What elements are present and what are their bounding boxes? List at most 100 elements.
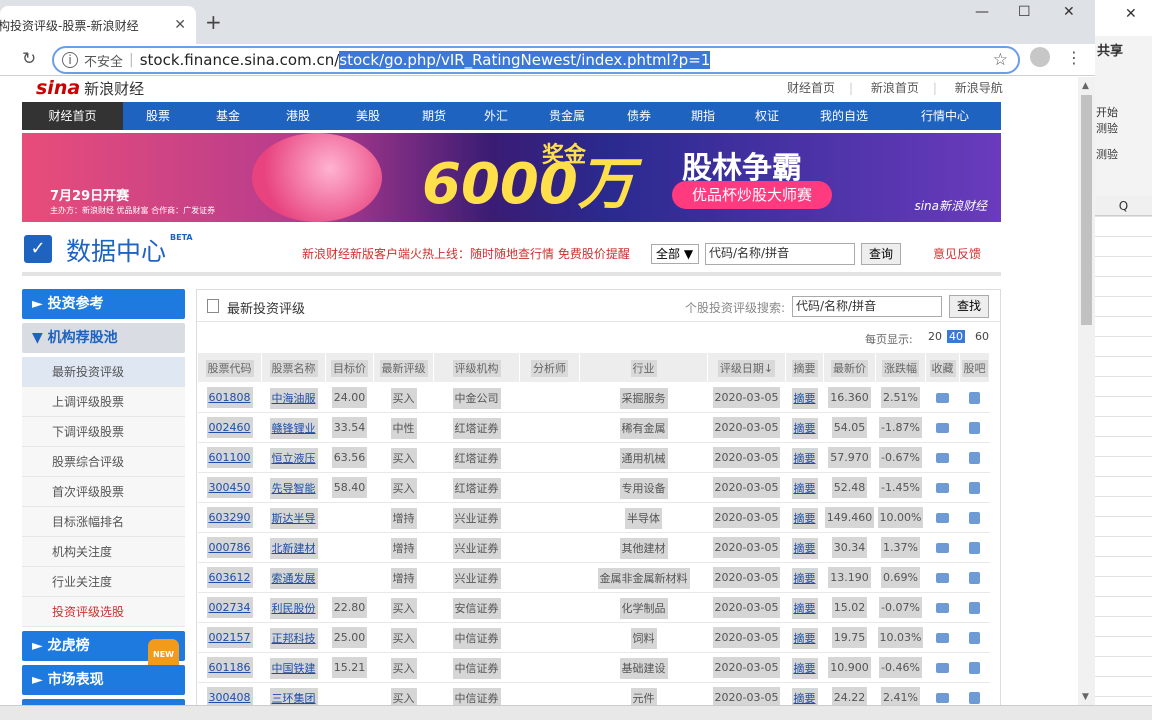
stock-name-link[interactable]: 中海油服 bbox=[269, 387, 318, 409]
top-link-sina-home[interactable]: 新浪首页 bbox=[871, 81, 919, 95]
summary-link[interactable]: 摘要 bbox=[791, 657, 818, 679]
favorite-eye-icon[interactable] bbox=[936, 483, 949, 493]
feedback-link[interactable]: 意见反馈 bbox=[933, 245, 981, 262]
favorite-eye-icon[interactable] bbox=[936, 663, 949, 673]
nav-item-11[interactable]: 我的自选 bbox=[799, 102, 889, 130]
forum-list-icon[interactable] bbox=[969, 512, 980, 524]
nav-item-9[interactable]: 期指 bbox=[671, 102, 735, 130]
stock-code-link[interactable]: 603290 bbox=[206, 507, 253, 528]
sidebar-item-6[interactable]: 机构关注度 bbox=[22, 537, 185, 567]
forum-list-icon[interactable] bbox=[969, 662, 980, 674]
top-link-finance-home[interactable]: 财经首页 bbox=[787, 81, 835, 95]
stock-code-link[interactable]: 002460 bbox=[206, 417, 253, 438]
stock-code-link[interactable]: 601808 bbox=[206, 387, 253, 408]
per-page-option-60[interactable]: 60 bbox=[973, 330, 991, 343]
excel-share-button[interactable]: 共享 bbox=[1097, 40, 1123, 59]
forum-list-icon[interactable] bbox=[969, 422, 980, 434]
nav-item-5[interactable]: 期货 bbox=[403, 102, 465, 130]
browser-tab[interactable]: 构投资评级-股票-新浪财经 ✕ bbox=[0, 6, 196, 44]
nav-item-4[interactable]: 美股 bbox=[333, 102, 403, 130]
summary-link[interactable]: 摘要 bbox=[791, 507, 818, 529]
sidebar-section-1[interactable]: ▼ 机构荐股池 bbox=[22, 323, 185, 353]
favorite-eye-icon[interactable] bbox=[936, 603, 949, 613]
tab-close-icon[interactable]: ✕ bbox=[174, 17, 186, 33]
favorite-eye-icon[interactable] bbox=[936, 513, 949, 523]
sidebar-section-0[interactable]: ► 投资参考 bbox=[22, 289, 185, 319]
market-select[interactable]: 全部 ▼ bbox=[651, 244, 699, 264]
stock-code-link[interactable]: 002734 bbox=[206, 597, 253, 618]
stock-code-link[interactable]: 300408 bbox=[206, 687, 253, 705]
sidebar-item-2[interactable]: 下调评级股票 bbox=[22, 417, 185, 447]
rating-search-button[interactable]: 查找 bbox=[949, 295, 989, 318]
omnibox[interactable]: i 不安全 | stock.finance.sina.com.cn/stock/… bbox=[52, 46, 1020, 74]
forum-list-icon[interactable] bbox=[969, 542, 980, 554]
summary-link[interactable]: 摘要 bbox=[791, 687, 818, 705]
sidebar-item-0[interactable]: 最新投资评级 bbox=[22, 357, 185, 387]
stock-name-link[interactable]: 北新建材 bbox=[269, 537, 318, 559]
ad-banner[interactable]: 7月29日开赛 主办方：新浪财经 优品财富 合作商：广发证券 6000万 奖金 … bbox=[22, 133, 1001, 222]
stock-code-link[interactable]: 300450 bbox=[206, 477, 253, 498]
sidebar-bottom-0[interactable]: ► 龙虎榜 NEW bbox=[22, 631, 185, 671]
sidebar-item-4[interactable]: 首次评级股票 bbox=[22, 477, 185, 507]
scroll-thumb[interactable] bbox=[1081, 95, 1092, 325]
nav-item-6[interactable]: 外汇 bbox=[465, 102, 527, 130]
profile-avatar-icon[interactable] bbox=[1030, 47, 1050, 67]
stock-code-link[interactable]: 603612 bbox=[206, 567, 253, 588]
nav-item-1[interactable]: 股票 bbox=[123, 102, 193, 130]
excel-grid[interactable] bbox=[1095, 196, 1152, 720]
favorite-eye-icon[interactable] bbox=[936, 543, 949, 553]
query-button[interactable]: 查询 bbox=[861, 243, 901, 265]
scroll-up-icon[interactable]: ▲ bbox=[1082, 81, 1089, 91]
sidebar-item-3[interactable]: 股票综合评级 bbox=[22, 447, 185, 477]
new-tab-icon[interactable]: + bbox=[205, 10, 222, 34]
favorite-eye-icon[interactable] bbox=[936, 393, 949, 403]
stock-name-link[interactable]: 中国铁建 bbox=[269, 657, 318, 679]
forum-list-icon[interactable] bbox=[969, 602, 980, 614]
favorite-eye-icon[interactable] bbox=[936, 423, 949, 433]
forum-list-icon[interactable] bbox=[969, 482, 980, 494]
excel-column-header[interactable]: Q bbox=[1095, 196, 1152, 216]
summary-link[interactable]: 摘要 bbox=[791, 627, 818, 649]
stock-code-link[interactable]: 002157 bbox=[206, 627, 253, 648]
maximize-icon[interactable]: ☐ bbox=[1018, 4, 1031, 20]
nav-item-3[interactable]: 港股 bbox=[263, 102, 333, 130]
reload-icon[interactable]: ↻ bbox=[22, 49, 36, 69]
favorite-eye-icon[interactable] bbox=[936, 573, 949, 583]
sidebar-item-8[interactable]: 投资评级选股 bbox=[22, 597, 185, 627]
forum-list-icon[interactable] bbox=[969, 452, 980, 464]
sina-logo[interactable]: sina 新浪财经 bbox=[36, 77, 144, 99]
forum-list-icon[interactable] bbox=[969, 632, 980, 644]
scroll-down-icon[interactable]: ▼ bbox=[1082, 692, 1089, 702]
minimize-icon[interactable]: — bbox=[975, 4, 989, 20]
excel-close-icon[interactable]: ✕ bbox=[1125, 6, 1137, 22]
summary-link[interactable]: 摘要 bbox=[791, 567, 818, 589]
nav-item-10[interactable]: 权证 bbox=[735, 102, 799, 130]
forum-list-icon[interactable] bbox=[969, 572, 980, 584]
sidebar-item-5[interactable]: 目标涨幅排名 bbox=[22, 507, 185, 537]
sidebar-item-1[interactable]: 上调评级股票 bbox=[22, 387, 185, 417]
summary-link[interactable]: 摘要 bbox=[791, 537, 818, 559]
summary-link[interactable]: 摘要 bbox=[791, 477, 818, 499]
stock-name-link[interactable]: 先导智能 bbox=[269, 477, 318, 499]
sidebar-bottom-1[interactable]: ► 市场表现 bbox=[22, 665, 185, 695]
info-icon[interactable]: i bbox=[62, 52, 78, 68]
rating-search-input[interactable]: 代码/名称/拼音 bbox=[792, 296, 942, 317]
nav-item-2[interactable]: 基金 bbox=[193, 102, 263, 130]
stock-name-link[interactable]: 正邦科技 bbox=[269, 627, 318, 649]
per-page-option-40[interactable]: 40 bbox=[947, 330, 965, 343]
nav-item-8[interactable]: 债券 bbox=[607, 102, 671, 130]
stock-name-link[interactable]: 三环集团 bbox=[269, 687, 318, 705]
stock-name-link[interactable]: 赣锋锂业 bbox=[269, 417, 318, 439]
favorite-eye-icon[interactable] bbox=[936, 453, 949, 463]
column-header[interactable]: 评级日期↓ bbox=[707, 352, 786, 383]
favorite-eye-icon[interactable] bbox=[936, 693, 949, 703]
summary-link[interactable]: 摘要 bbox=[791, 387, 818, 409]
sidebar-item-7[interactable]: 行业关注度 bbox=[22, 567, 185, 597]
summary-link[interactable]: 摘要 bbox=[791, 417, 818, 439]
page-scrollbar[interactable]: ▲ ▼ bbox=[1078, 77, 1095, 705]
stock-code-link[interactable]: 601186 bbox=[206, 657, 253, 678]
stock-search-input[interactable]: 代码/名称/拼音 bbox=[705, 243, 855, 265]
forum-list-icon[interactable] bbox=[969, 392, 980, 404]
stock-name-link[interactable]: 索通发展 bbox=[269, 567, 318, 589]
stock-name-link[interactable]: 恒立液压 bbox=[269, 447, 318, 469]
